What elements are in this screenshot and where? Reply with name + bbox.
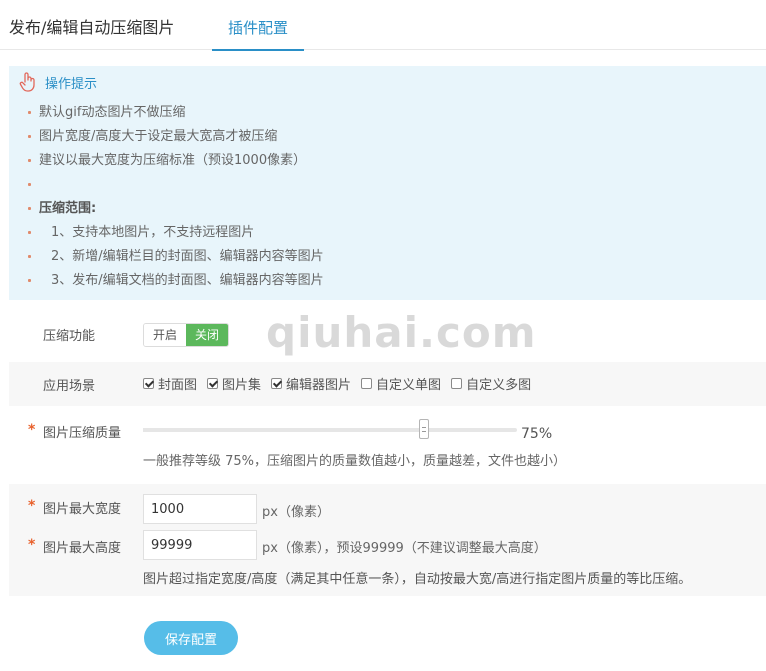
max-width-input[interactable] (143, 494, 257, 524)
scene-label: 应用场景 (43, 379, 96, 394)
tips-list: 默认gif动态图片不做压缩 图片宽度/高度大于设定最大宽高才被压缩 建议以最大宽… (9, 101, 766, 293)
toggle-on-option[interactable]: 开启 (144, 324, 187, 346)
tip-text: 2、新增/编辑栏目的封面图、编辑器内容等图片 (51, 249, 324, 264)
compress-toggle[interactable]: 开启 关闭 (143, 323, 230, 347)
scene-option-custom-multi[interactable]: 自定义多图 (451, 374, 531, 393)
tip-item: 2、新增/编辑栏目的封面图、编辑器内容等图片 (9, 245, 766, 269)
save-config-button[interactable]: 保存配置 (144, 621, 238, 655)
checkbox-label: 编辑器图片 (286, 378, 352, 393)
checkbox-label: 自定义多图 (466, 378, 532, 393)
tip-item: 默认gif动态图片不做压缩 (9, 101, 766, 125)
max-height-label: 图片最大高度 (43, 541, 122, 556)
plugin-config-page: 发布/编辑自动压缩图片 插件配置 操作提示 默认gif动态图片不做压缩 图片宽度… (0, 0, 766, 671)
size-hint: 图片超过指定宽度/高度（满足其中任意一条），自动按最大宽/高进行指定图片质量的等… (143, 572, 692, 587)
tips-header: 操作提示 (17, 70, 97, 94)
tab-auto-compress[interactable]: 发布/编辑自动压缩图片 (9, 0, 174, 50)
max-height-input[interactable] (143, 530, 257, 560)
checkbox[interactable] (451, 378, 463, 389)
slider-fill (143, 428, 424, 432)
quality-slider[interactable] (143, 419, 517, 439)
checkbox-label: 自定义单图 (376, 378, 442, 393)
tip-item-empty (9, 173, 766, 197)
required-mark: * (28, 498, 36, 514)
scene-option-editor[interactable]: 编辑器图片 (271, 374, 351, 393)
tip-item: 图片宽度/高度大于设定最大宽高才被压缩 (9, 125, 766, 149)
tip-text: 1、支持本地图片，不支持远程图片 (51, 225, 255, 240)
tip-item-scope-heading: 压缩范围: (9, 197, 766, 221)
scene-row: 应用场景 封面图 图片集 编辑器图片 自定义单图 自定义多图 (9, 362, 766, 406)
checkbox[interactable] (361, 378, 373, 389)
toggle-off-option[interactable]: 关闭 (186, 324, 229, 346)
scene-checkbox-group: 封面图 图片集 编辑器图片 自定义单图 自定义多图 (143, 374, 541, 393)
slider-handle[interactable] (418, 419, 429, 439)
checkbox-label: 封面图 (158, 378, 198, 393)
tip-text: 3、发布/编辑文档的封面图、编辑器内容等图片 (51, 273, 324, 288)
checkbox[interactable] (271, 378, 283, 389)
tip-item: 建议以最大宽度为压缩标准（预设1000像素） (9, 149, 766, 173)
pointing-hand-icon (19, 72, 35, 92)
scene-option-gallery[interactable]: 图片集 (207, 374, 261, 393)
compress-label: 压缩功能 (43, 329, 96, 344)
tips-box: 操作提示 默认gif动态图片不做压缩 图片宽度/高度大于设定最大宽高才被压缩 建… (9, 66, 766, 300)
quality-hint: 一般推荐等级 75%，压缩图片的质量数值越小，质量越差，文件也越小） (143, 454, 567, 469)
max-height-unit: px（像素），预设99999（不建议调整最大高度） (262, 541, 547, 556)
scene-option-custom-single[interactable]: 自定义单图 (361, 374, 441, 393)
tab-bar: 发布/编辑自动压缩图片 插件配置 (0, 0, 766, 51)
tip-item: 3、发布/编辑文档的封面图、编辑器内容等图片 (9, 269, 766, 293)
scene-option-cover[interactable]: 封面图 (143, 374, 197, 393)
checkbox[interactable] (207, 378, 219, 389)
quality-row: * 图片压缩质量 75% 一般推荐等级 75%，压缩图片的质量数值越小，质量越差… (9, 408, 766, 482)
compress-row: 压缩功能 开启 关闭 (9, 311, 766, 357)
required-mark: * (28, 537, 36, 553)
tab-plugin-config[interactable]: 插件配置 (212, 0, 304, 51)
checkbox-label: 图片集 (222, 378, 262, 393)
quality-label: 图片压缩质量 (43, 426, 122, 441)
required-mark: * (28, 422, 36, 438)
max-width-unit: px（像素） (262, 505, 330, 520)
checkbox[interactable] (143, 378, 154, 389)
tips-title: 操作提示 (45, 76, 98, 92)
tip-item: 1、支持本地图片，不支持远程图片 (9, 221, 766, 245)
quality-value: 75% (521, 426, 553, 442)
size-row: * 图片最大宽度 px（像素） * 图片最大高度 px（像素），预设99999（… (9, 484, 766, 596)
max-width-label: 图片最大宽度 (43, 502, 122, 517)
